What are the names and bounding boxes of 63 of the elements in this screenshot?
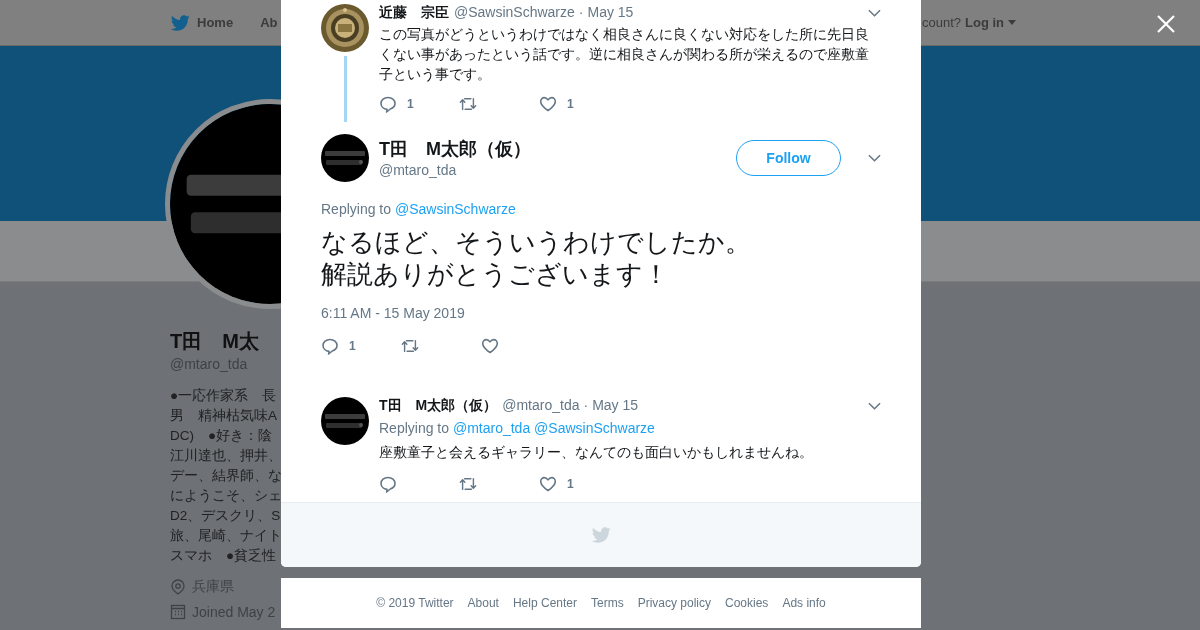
tweet-text: この写真がどうというわけではなく相良さんに良くない対応をした所に先日良くない事があったという話です。逆に相良さんが関わる所が栄えるので座敷童子という事です。 xyxy=(379,25,870,84)
footer-link[interactable]: Privacy policy xyxy=(637,596,711,610)
user-handle: @SawsinSchwarze xyxy=(454,4,575,20)
heart-icon[interactable] xyxy=(481,337,499,355)
reply-count: 1 xyxy=(349,339,356,353)
chevron-down-icon[interactable] xyxy=(868,402,881,410)
heart-icon[interactable] xyxy=(539,475,557,493)
mention-link[interactable]: @SawsinSchwarze xyxy=(394,201,516,217)
location-pin-icon xyxy=(170,579,186,595)
caret-icon xyxy=(1008,20,1016,25)
chevron-down-icon[interactable] xyxy=(868,154,881,162)
tweet-text: 座敷童子と会えるギャラリー、なんてのも面白いかもしれませんね。 xyxy=(379,443,814,462)
bio-line: 旅、尾崎、ナイト xyxy=(170,527,282,545)
footer-link[interactable]: Ads info xyxy=(782,596,826,610)
separator-dot: · xyxy=(578,4,584,20)
bird-icon xyxy=(591,525,611,545)
follow-button[interactable]: Follow xyxy=(736,140,841,176)
tweet-text-line: なるほど、そういうわけでしたか。 xyxy=(321,226,752,258)
heart-icon[interactable] xyxy=(539,95,557,113)
retweet-icon[interactable] xyxy=(459,475,477,493)
mention-link[interactable]: @SawsinSchwarze xyxy=(534,420,655,436)
reply-icon[interactable] xyxy=(379,95,397,113)
footer-link[interactable]: About xyxy=(467,596,499,610)
tweet-date: May 15 xyxy=(592,397,639,413)
profile-name: T田 M太 xyxy=(170,329,260,354)
tweet-date: May 15 xyxy=(587,4,634,20)
footer-link[interactable]: Cookies xyxy=(725,596,769,610)
bio-line: スマホ ●貧乏性 xyxy=(170,547,278,565)
mention-link[interactable]: @mtaro_tda xyxy=(452,420,531,436)
bio-line: 江川達也、押井、 xyxy=(170,447,282,465)
tweet-text-line: 解説ありがとうございます！ xyxy=(321,258,670,290)
user-name: T田 M太郎（仮） xyxy=(379,397,498,415)
user-handle: @mtaro_tda xyxy=(379,162,458,178)
user-name: T田 M太郎（仮） xyxy=(379,138,532,160)
bird-icon xyxy=(170,12,190,33)
footer-link[interactable]: Help Center xyxy=(512,596,577,610)
replying-label: Replying to xyxy=(379,420,450,436)
footer-link[interactable]: Terms xyxy=(591,596,624,610)
like-count: 1 xyxy=(567,477,574,491)
user-name: 近藤 宗臣 xyxy=(379,4,449,22)
bio-line: 男 精神枯気味A xyxy=(170,407,278,425)
close-icon[interactable] xyxy=(1157,15,1175,33)
nav-link[interactable]: Ab xyxy=(260,15,278,30)
bio-line: ●一応作家系 長 xyxy=(170,387,278,405)
reply-icon[interactable] xyxy=(379,475,397,493)
retweet-icon[interactable] xyxy=(401,337,419,355)
separator-dot: · xyxy=(583,397,589,413)
chevron-down-icon[interactable] xyxy=(868,9,881,17)
home-link[interactable]: Home xyxy=(170,12,234,33)
reply-icon[interactable] xyxy=(321,337,339,355)
bio-line: DC) ●好き：陰 xyxy=(170,427,274,445)
like-count: 1 xyxy=(567,97,574,111)
bio-line: にようこそ、シェ xyxy=(170,487,282,505)
retweet-icon[interactable] xyxy=(459,95,477,113)
tweet-timestamp: 6:11 AM - 15 May 2019 xyxy=(321,305,466,321)
bio-line: D2、デスクリ、S xyxy=(170,507,282,525)
footer-link[interactable]: © 2019 Twitter xyxy=(376,596,454,610)
reply-count: 1 xyxy=(407,97,414,111)
login-link[interactable]: Log in xyxy=(965,15,1004,30)
account-prompt: count? xyxy=(921,15,961,30)
bio-line: デー、結界師、な xyxy=(170,467,282,485)
calendar-icon xyxy=(170,604,186,620)
user-handle: @mtaro_tda xyxy=(502,397,580,413)
